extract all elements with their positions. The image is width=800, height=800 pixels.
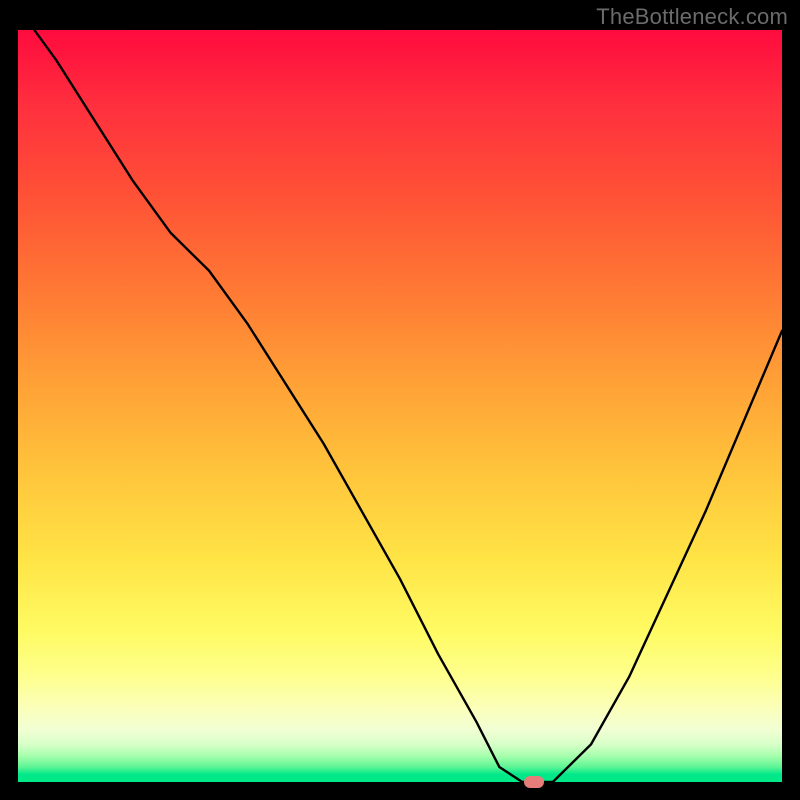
curve-layer — [18, 30, 782, 782]
plot-area — [18, 30, 782, 782]
bottleneck-curve — [18, 30, 782, 782]
watermark-text: TheBottleneck.com — [596, 4, 788, 30]
optimal-point-marker — [524, 776, 544, 788]
chart-frame: TheBottleneck.com — [0, 0, 800, 800]
